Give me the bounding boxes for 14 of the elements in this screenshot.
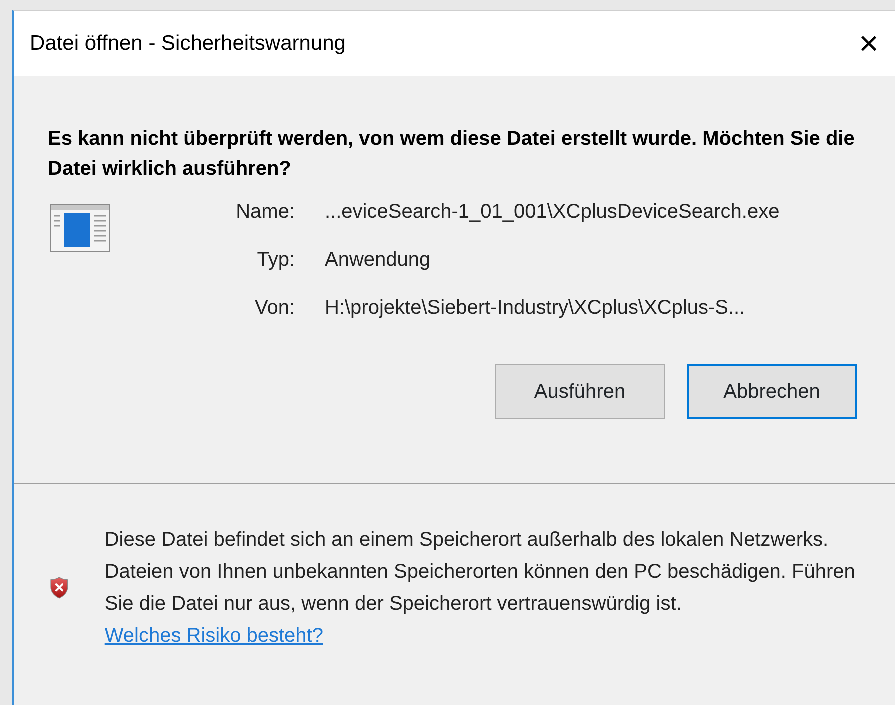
dialog-button[interactable]: Abbrechen: [687, 364, 857, 419]
field-value: Anwendung: [325, 248, 432, 273]
risk-link[interactable]: Welches Risiko besteht?: [104, 625, 324, 647]
application-window-icon: [50, 204, 110, 252]
dialog-button[interactable]: Ausführen: [495, 364, 665, 419]
close-button[interactable]: ×: [855, 26, 883, 60]
field-value: H:\projekte\Siebert-Industry\XCplus\XCplus-S...: [325, 296, 746, 321]
field-label: Name:: [235, 200, 295, 225]
warning-heading: Es kann nicht überprüft werden, von wem diese Datei erstellt wurde. Möchten Sie die Datei wirklich ausführen?: [47, 127, 856, 182]
field-label: Typ:: [256, 248, 295, 273]
field-value: ...eviceSearch-1_01_001\XCplusDeviceSearch.exe: [325, 200, 780, 225]
window-title: Datei öffnen - Sicherheitswarnung: [30, 30, 346, 57]
field-label: Von:: [254, 296, 295, 321]
warning-message: Diese Datei befindet sich an einem Speicherort außerhalb des lokalen Netzwerks. Dateien von Ihnen unbekannten Speicherorten können den PC beschädigen. Führen Sie die Datei nur aus, wenn der Speicherort vertrauenswürdig ist. Welches Risiko besteht?: [104, 528, 856, 649]
